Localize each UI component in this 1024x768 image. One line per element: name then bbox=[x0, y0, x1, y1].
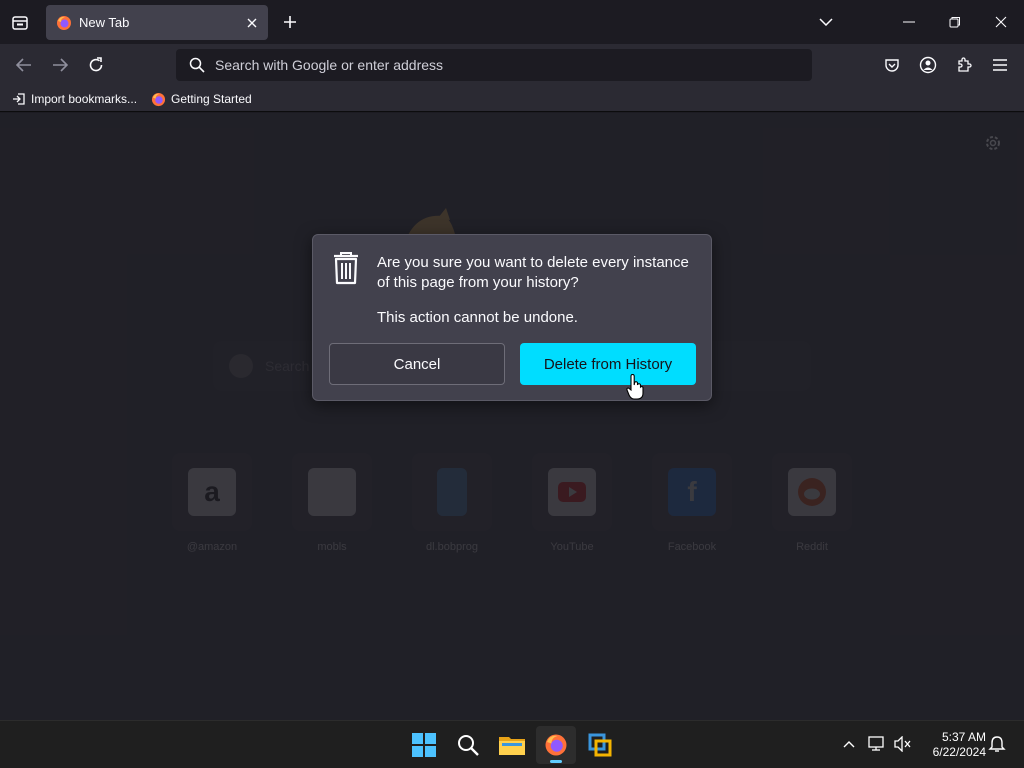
reload-icon bbox=[89, 57, 103, 72]
extensions-button[interactable] bbox=[950, 51, 978, 79]
tab-new-tab[interactable]: New Tab bbox=[46, 5, 268, 40]
bookmark-getting-started[interactable]: Getting Started bbox=[151, 90, 252, 108]
delete-from-history-button[interactable]: Delete from History bbox=[520, 343, 696, 385]
network-tray-button[interactable] bbox=[866, 733, 888, 755]
pocket-icon bbox=[885, 59, 899, 72]
start-button[interactable] bbox=[404, 726, 444, 764]
clock-time: 5:37 AM bbox=[941, 730, 986, 744]
list-all-tabs-button[interactable] bbox=[811, 8, 841, 36]
virtualbox-icon bbox=[588, 733, 612, 757]
trash-icon bbox=[334, 252, 358, 285]
network-icon bbox=[868, 736, 884, 751]
tab-strip: New Tab bbox=[0, 0, 1024, 44]
firefox-icon bbox=[151, 92, 166, 106]
restore-icon bbox=[949, 17, 960, 28]
app-menu-button[interactable] bbox=[986, 51, 1014, 79]
plus-icon bbox=[284, 16, 296, 28]
modal-overlay bbox=[0, 113, 1024, 720]
bookmark-import[interactable]: Import bookmarks... bbox=[12, 90, 137, 108]
folder-icon bbox=[499, 737, 525, 755]
minimize-button[interactable] bbox=[894, 8, 924, 36]
dialog-submessage: This action cannot be undone. bbox=[377, 309, 578, 326]
puzzle-icon bbox=[958, 57, 972, 72]
show-hidden-icons-button[interactable] bbox=[838, 733, 860, 755]
taskbar: 5:37 AM 6/22/2024 bbox=[0, 720, 1024, 768]
chevron-up-icon bbox=[843, 741, 855, 748]
back-button[interactable] bbox=[10, 51, 38, 79]
account-button[interactable] bbox=[914, 51, 942, 79]
hamburger-menu-icon bbox=[993, 59, 1007, 71]
firefox-view-button[interactable] bbox=[6, 9, 34, 37]
close-window-button[interactable] bbox=[986, 8, 1016, 36]
virtualbox-button[interactable] bbox=[580, 726, 620, 764]
firefox-taskbar-button[interactable] bbox=[536, 726, 576, 764]
delete-history-dialog: Are you sure you want to delete every in… bbox=[312, 234, 712, 401]
firefox-icon bbox=[545, 734, 567, 756]
search-icon bbox=[458, 735, 479, 756]
chevron-down-icon bbox=[819, 18, 833, 26]
system-clock[interactable]: 5:37 AM 6/22/2024 bbox=[920, 730, 986, 760]
close-icon bbox=[995, 16, 1007, 28]
bookmark-label: Import bookmarks... bbox=[31, 92, 138, 106]
notification-bell-icon bbox=[988, 736, 1006, 752]
notifications-button[interactable] bbox=[986, 733, 1008, 755]
account-icon bbox=[919, 56, 937, 74]
address-bar[interactable] bbox=[176, 49, 812, 81]
pocket-button[interactable] bbox=[878, 51, 906, 79]
file-explorer-button[interactable] bbox=[492, 726, 532, 764]
dialog-message: Are you sure you want to delete every in… bbox=[377, 254, 689, 291]
windows-icon bbox=[412, 733, 436, 757]
bookmark-label: Getting Started bbox=[171, 92, 252, 106]
restore-button[interactable] bbox=[940, 8, 970, 36]
search-icon bbox=[189, 57, 205, 73]
import-icon bbox=[13, 93, 25, 105]
arrow-left-icon bbox=[16, 58, 31, 72]
active-indicator bbox=[550, 760, 562, 763]
tab-title: New Tab bbox=[79, 15, 130, 30]
close-icon bbox=[247, 18, 257, 27]
volume-muted-icon bbox=[894, 736, 911, 752]
new-tab-button[interactable] bbox=[277, 9, 303, 35]
reload-button[interactable] bbox=[82, 51, 110, 79]
forward-button[interactable] bbox=[46, 51, 74, 79]
taskbar-search-button[interactable] bbox=[448, 726, 488, 764]
new-tab-page: Search a @amazon mobls dl.bobprog YouTub… bbox=[0, 113, 1024, 720]
firefox-icon bbox=[57, 15, 71, 30]
firefox-view-icon bbox=[12, 16, 28, 30]
hand-cursor-icon bbox=[626, 374, 644, 400]
cancel-button[interactable]: Cancel bbox=[329, 343, 505, 385]
bookmarks-toolbar: Import bookmarks... Getting Started bbox=[0, 86, 1024, 112]
minimize-icon bbox=[903, 21, 915, 23]
arrow-right-icon bbox=[53, 58, 68, 72]
address-input[interactable] bbox=[215, 57, 775, 73]
clock-date: 6/22/2024 bbox=[932, 745, 986, 759]
tab-close-button[interactable] bbox=[240, 11, 264, 35]
volume-tray-button[interactable] bbox=[892, 733, 914, 755]
